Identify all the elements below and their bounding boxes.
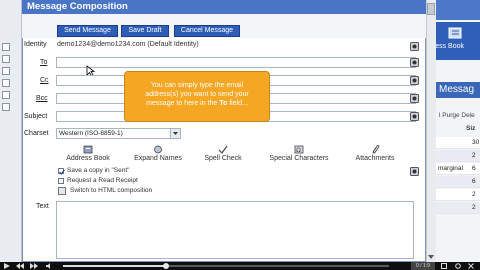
settings-icon[interactable] xyxy=(455,263,461,269)
cc-label[interactable]: Cc xyxy=(40,77,49,84)
tooltip-line-3: message to here in the To field... xyxy=(146,100,248,107)
window-title: Message Composition xyxy=(27,1,128,12)
help-icon[interactable] xyxy=(410,42,419,51)
tree-toggle[interactable] xyxy=(2,43,10,51)
to-label[interactable]: To xyxy=(40,59,47,66)
progress-fill xyxy=(63,265,166,267)
checkmark-icon xyxy=(59,169,65,175)
background-header xyxy=(436,0,480,20)
message-row-size: 2 xyxy=(472,191,476,198)
attachments-button[interactable]: Attachments xyxy=(346,155,404,162)
tree-toggle[interactable] xyxy=(2,55,10,63)
save-copy-label: Save a copy in "Sent" xyxy=(67,167,130,174)
bcc-label[interactable]: Bcc xyxy=(36,95,48,102)
address-book-icon xyxy=(448,27,462,39)
message-row-size: 6 xyxy=(472,165,476,172)
switch-html-link[interactable]: Switch to HTML composition xyxy=(70,187,152,194)
tooltip-line-1: You can simply type the email xyxy=(150,82,244,89)
chevron-down-icon xyxy=(170,129,180,138)
volume-icon[interactable] xyxy=(46,263,52,269)
address-lookup-icon[interactable] xyxy=(410,58,419,67)
message-row-size: 2 xyxy=(472,204,476,211)
to-field[interactable] xyxy=(56,57,416,68)
html-compose-icon xyxy=(58,187,66,195)
identity-label: Identity xyxy=(24,41,47,48)
cancel-message-button[interactable]: Cancel Message xyxy=(174,25,240,37)
progress-knob[interactable] xyxy=(163,263,169,269)
time-display: 0 / 1:9 xyxy=(411,262,435,270)
messages-title: Messag xyxy=(439,84,475,95)
save-copy-checkbox[interactable] xyxy=(58,168,65,175)
cc-lookup-icon[interactable] xyxy=(410,76,419,85)
purge-label: l Purge Dele xyxy=(439,112,475,119)
message-row-size: 2 xyxy=(472,152,476,159)
message-row-size: 30 xyxy=(472,139,480,146)
message-row[interactable]: 2 xyxy=(436,189,480,201)
tree-toggle[interactable] xyxy=(2,91,10,99)
address-book-button[interactable]: Address Book xyxy=(58,155,118,162)
charset-selected-value: Western (ISO-8859-1) xyxy=(59,130,123,137)
size-header-label: Siz xyxy=(466,125,476,132)
spell-check-button[interactable]: Spell Check xyxy=(193,155,253,162)
purge-deleted-link[interactable]: l Purge Dele xyxy=(436,111,480,121)
close-icon[interactable] xyxy=(468,263,474,269)
identity-value[interactable]: demo1234@demo1234.com (Default Identity) xyxy=(57,41,199,48)
tooltip-line-2: address(s) you want to send your xyxy=(145,91,249,98)
size-column-header[interactable]: Siz xyxy=(466,125,480,135)
scrollbar-thumb[interactable] xyxy=(427,3,435,15)
svg-text:Ω: Ω xyxy=(296,147,301,154)
play-icon[interactable] xyxy=(4,263,10,269)
message-row-size: 6 xyxy=(472,178,476,185)
special-characters-icon: Ω xyxy=(294,145,304,154)
fullscreen-icon[interactable] xyxy=(441,263,447,269)
background-left-panel xyxy=(0,0,22,262)
read-receipt-checkbox[interactable] xyxy=(58,178,64,184)
vertical-scrollbar[interactable] xyxy=(426,0,436,262)
instruction-tooltip: You can simply type the email address(s)… xyxy=(124,71,270,122)
message-row[interactable]: marginal 6 xyxy=(436,163,480,175)
rewind-icon[interactable] xyxy=(16,263,24,269)
message-row[interactable]: 2 xyxy=(436,150,480,162)
title-bar: Message Composition xyxy=(22,0,426,14)
save-draft-button[interactable]: Save Draft xyxy=(121,25,169,37)
bcc-lookup-icon[interactable] xyxy=(410,94,419,103)
subject-help-icon[interactable] xyxy=(410,112,419,121)
read-receipt-label: Request a Read Receipt xyxy=(67,177,138,184)
paperclip-icon xyxy=(372,144,380,154)
options-help-icon[interactable] xyxy=(410,167,419,176)
expand-names-icon xyxy=(154,145,162,154)
fast-forward-icon[interactable] xyxy=(30,263,38,269)
spell-check-icon xyxy=(218,145,228,154)
subject-label: Subject xyxy=(24,113,48,120)
tree-toggle[interactable] xyxy=(2,103,10,111)
charset-label: Charset xyxy=(24,130,49,137)
message-row-subject: marginal xyxy=(438,165,463,172)
scroll-down-arrow-icon[interactable] xyxy=(427,253,435,261)
message-row[interactable]: 2 xyxy=(436,202,480,214)
message-row[interactable]: 30 xyxy=(436,137,480,149)
special-characters-button[interactable]: Special Characters xyxy=(262,155,336,162)
expand-names-button[interactable]: Expand Names xyxy=(128,155,188,162)
address-book-icon xyxy=(83,145,93,154)
text-label: Text xyxy=(36,203,49,210)
message-body-textarea[interactable] xyxy=(56,201,414,259)
send-message-button[interactable]: Send Message xyxy=(57,25,118,37)
tree-toggle[interactable] xyxy=(2,79,10,87)
message-row[interactable]: 6 xyxy=(436,176,480,188)
messages-header: Messag xyxy=(436,82,480,98)
charset-select[interactable]: Western (ISO-8859-1) xyxy=(56,128,181,139)
tree-toggle[interactable] xyxy=(2,67,10,75)
